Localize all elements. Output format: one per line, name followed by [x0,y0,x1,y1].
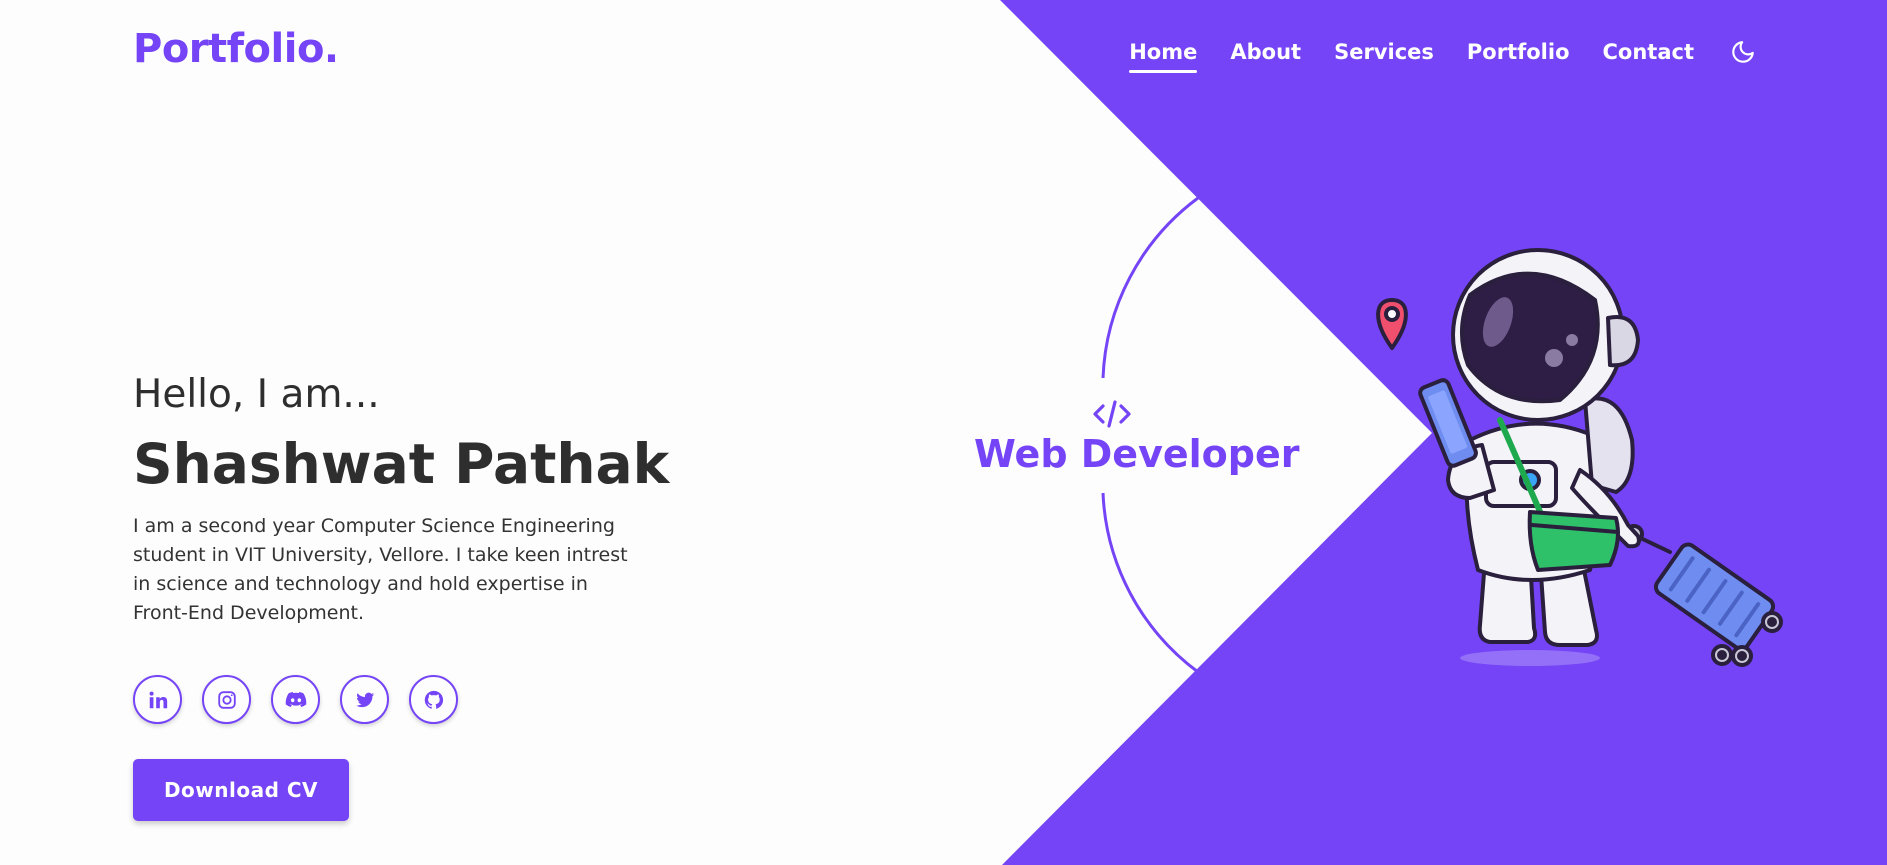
social-links [133,675,458,724]
hero-name: Shashwat Pathak [133,432,670,496]
github-icon[interactable] [409,675,458,724]
download-cv-button[interactable]: Download CV [133,759,349,821]
nav-home[interactable]: Home [1129,40,1198,73]
nav-contact[interactable]: Contact [1603,40,1695,70]
linkedin-icon[interactable] [133,675,182,724]
moon-icon[interactable] [1729,38,1757,66]
astronaut-illustration [1370,240,1830,684]
code-icon [1092,398,1132,434]
nav-portfolio[interactable]: Portfolio [1467,40,1570,70]
discord-icon[interactable] [271,675,320,724]
nav-about[interactable]: About [1230,40,1301,70]
main-nav: Home About Services Portfolio Contact [1129,38,1757,73]
site-logo[interactable]: Portfolio. [133,26,339,72]
hero-intro: I am a second year Computer Science Engi… [133,515,628,624]
instagram-icon[interactable] [202,675,251,724]
role-title: Web Developer [974,432,1300,476]
hero-greeting: Hello, I am... [133,372,380,417]
nav-services[interactable]: Services [1334,40,1434,70]
twitter-icon[interactable] [340,675,389,724]
